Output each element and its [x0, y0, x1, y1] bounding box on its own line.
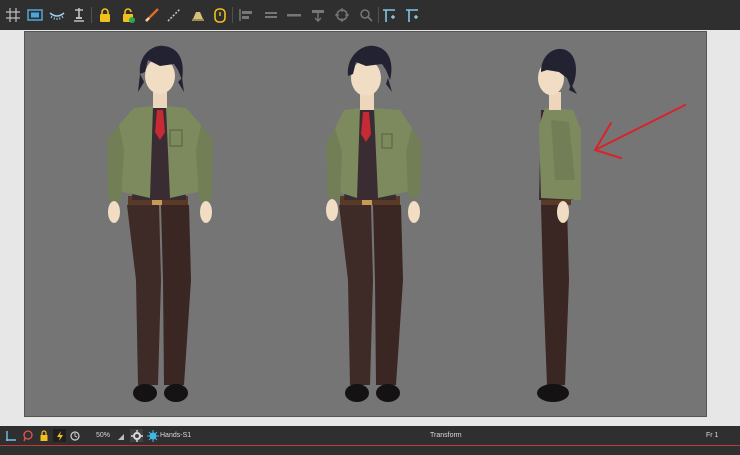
top-toolbar	[0, 0, 740, 30]
grid-icon[interactable]	[3, 5, 23, 25]
lock-icon[interactable]	[95, 5, 115, 25]
flip-icon[interactable]	[308, 5, 328, 25]
current-layer-name: Hands-S1	[160, 432, 192, 439]
toolbar-separator	[91, 7, 92, 23]
safe-area-icon[interactable]	[25, 5, 45, 25]
current-tool-name: Transform	[430, 432, 462, 439]
lock-icon[interactable]	[37, 429, 50, 442]
annotation-arrow	[594, 104, 686, 159]
guide-add-2-icon[interactable]	[402, 5, 422, 25]
status-bar: 50% Hands-S1 Transform Fr 1	[0, 426, 740, 455]
timeline-indicator-line	[0, 445, 740, 446]
onion-skin-toggle-icon[interactable]	[68, 429, 81, 442]
camera-frame-icon[interactable]	[4, 429, 17, 442]
onion-skin-icon[interactable]	[47, 5, 67, 25]
stopwatch-icon[interactable]	[210, 5, 230, 25]
lasso-icon[interactable]	[21, 429, 34, 442]
light-table-icon[interactable]	[188, 5, 208, 25]
brush-icon[interactable]	[142, 5, 162, 25]
rotate-icon[interactable]	[332, 5, 352, 25]
align-right-icon[interactable]	[284, 5, 304, 25]
line-icon[interactable]	[164, 5, 184, 25]
guide-add-icon[interactable]	[379, 5, 399, 25]
drawing-layer-icon[interactable]	[146, 429, 159, 442]
lightning-icon[interactable]	[53, 429, 66, 442]
gear-icon[interactable]	[130, 429, 143, 442]
toolbar-separator	[232, 7, 233, 23]
character-three-quarter-view[interactable]	[326, 45, 422, 402]
zoom-icon[interactable]	[356, 5, 376, 25]
current-frame: Fr 1	[706, 432, 719, 439]
align-center-icon[interactable]	[261, 5, 281, 25]
character-front-view[interactable]	[107, 45, 213, 402]
camera-view	[0, 30, 740, 426]
zoom-level[interactable]: 50%	[96, 431, 110, 440]
align-left-icon[interactable]	[236, 5, 256, 25]
stage-canvas[interactable]	[24, 31, 707, 417]
pivot-icon[interactable]	[69, 5, 89, 25]
character-side-view[interactable]	[537, 48, 581, 402]
unlock-icon[interactable]	[118, 5, 138, 25]
zoom-dropdown-icon[interactable]	[118, 434, 124, 440]
